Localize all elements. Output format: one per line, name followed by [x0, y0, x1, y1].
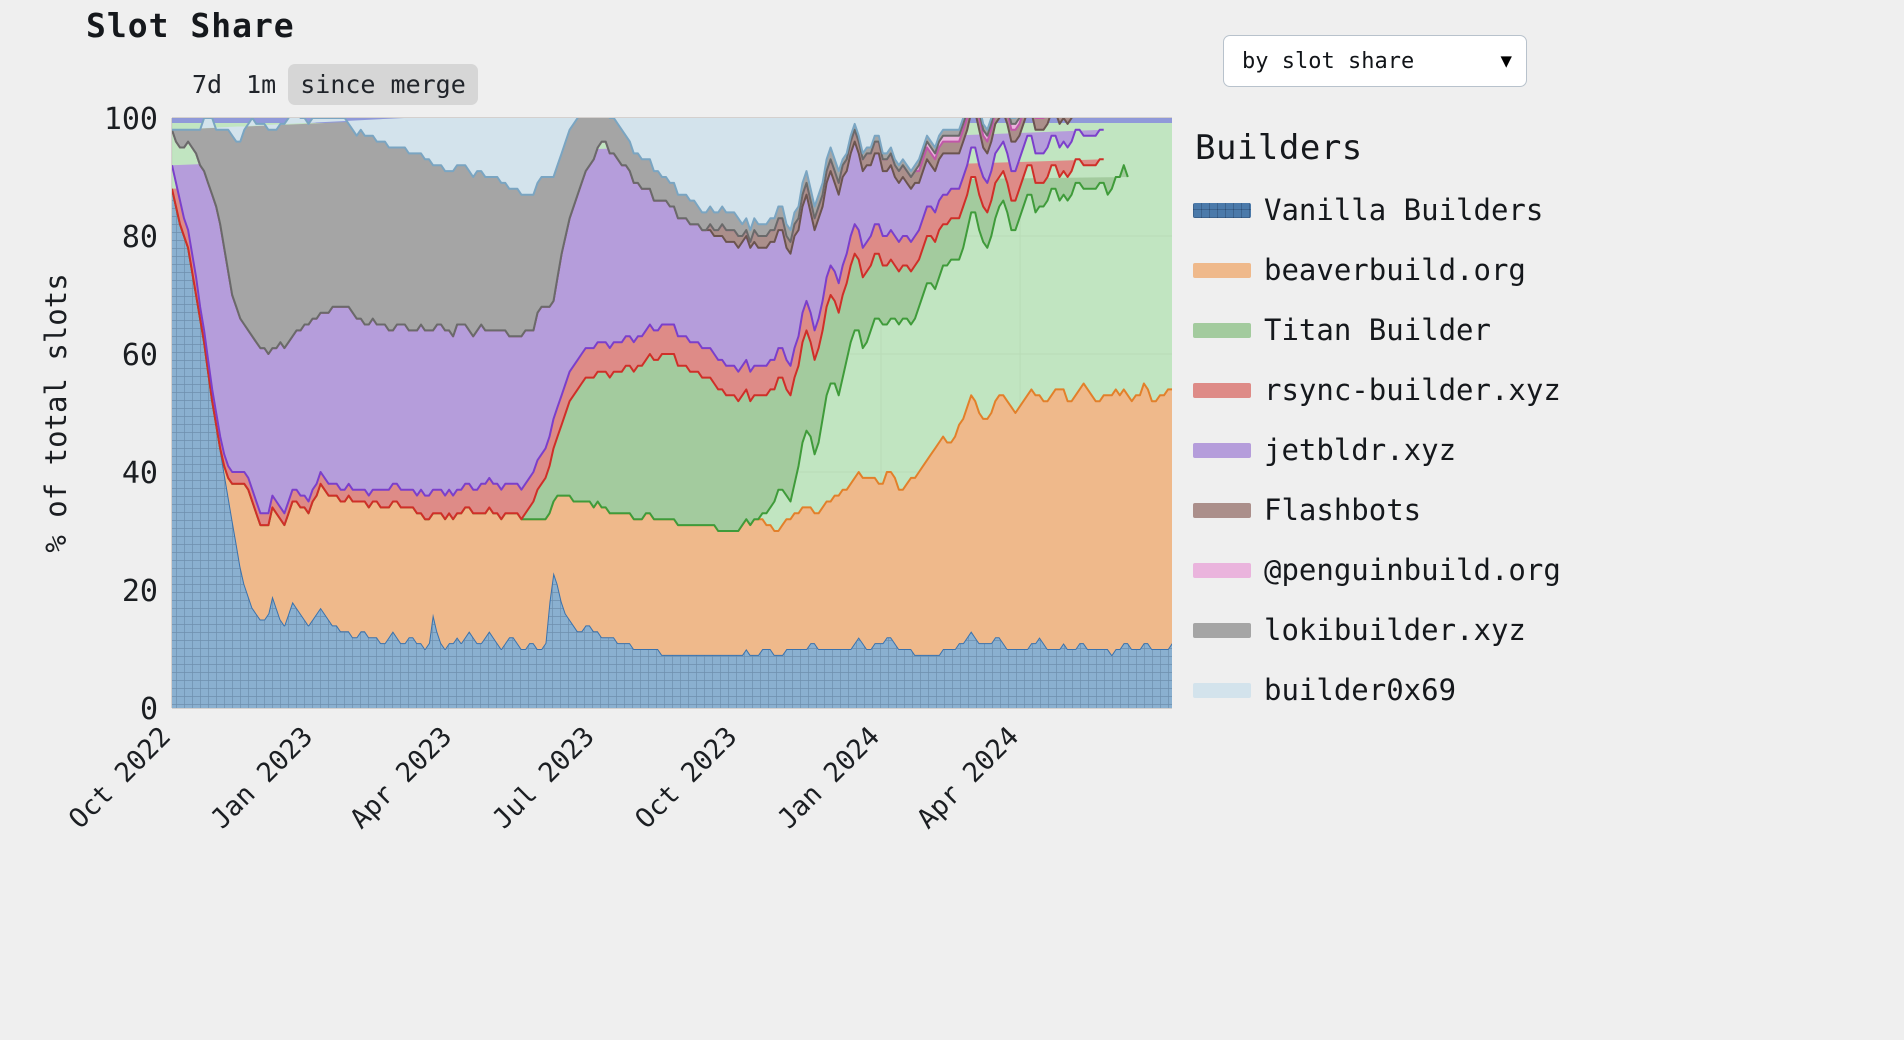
legend-items: Vanilla Builders beaverbuild.org Titan Bui… — [1193, 180, 1893, 720]
y-tick-label: 20 — [122, 574, 158, 609]
legend-swatch — [1193, 562, 1251, 578]
legend-item[interactable]: Titan Builder — [1193, 300, 1893, 360]
legend-item[interactable]: beaverbuild.org — [1193, 240, 1893, 300]
legend-item-label: builder0x69 — [1264, 673, 1457, 707]
legend-swatch — [1193, 202, 1251, 218]
stacked-areas — [172, 118, 1172, 708]
legend-item[interactable]: builder0x69 — [1193, 660, 1893, 720]
legend-item-label: Titan Builder — [1264, 313, 1491, 347]
legend-swatch — [1193, 502, 1251, 518]
legend-item-label: rsync-builder.xyz — [1264, 373, 1561, 407]
y-axis-title: % of total slots — [39, 273, 73, 552]
legend-title: Builders — [1195, 128, 1363, 168]
legend-item-label: Vanilla Builders — [1264, 193, 1544, 227]
x-tick-label: Apr 2023 — [344, 721, 458, 835]
legend-swatch — [1193, 262, 1251, 278]
legend-item[interactable]: Vanilla Builders — [1193, 180, 1893, 240]
legend-item[interactable]: @penguinbuild.org — [1193, 540, 1893, 600]
legend-swatch — [1193, 322, 1251, 338]
legend-item-label: Flashbots — [1264, 493, 1422, 527]
legend-item[interactable]: Flashbots — [1193, 480, 1893, 540]
legend-item-label: lokibuilder.xyz — [1264, 613, 1526, 647]
legend-swatch — [1193, 682, 1251, 698]
legend-swatch — [1193, 622, 1251, 638]
x-axis-ticks: Oct 2022 Jan 2023 Apr 2023 Jul 2023 Oct 2023… — [63, 721, 1025, 835]
legend-swatch — [1193, 382, 1251, 398]
legend-swatch — [1193, 442, 1251, 458]
x-tick-label: Apr 2024 — [911, 721, 1025, 835]
x-tick-label: Oct 2022 — [63, 721, 177, 835]
legend-item-label: beaverbuild.org — [1264, 253, 1526, 287]
x-tick-label: Oct 2023 — [629, 721, 743, 835]
legend-item-label: @penguinbuild.org — [1264, 553, 1561, 587]
y-tick-label: 40 — [122, 456, 158, 491]
legend-item[interactable]: rsync-builder.xyz — [1193, 360, 1893, 420]
legend: Builders Vanilla Builders beaverbuild.org… — [1193, 128, 1893, 720]
y-axis-ticks: 020406080100 — [104, 102, 158, 727]
y-tick-label: 60 — [122, 338, 158, 373]
legend-item-label: jetbldr.xyz — [1264, 433, 1457, 467]
legend-item[interactable]: lokibuilder.xyz — [1193, 600, 1893, 660]
x-tick-label: Jul 2023 — [487, 721, 601, 835]
legend-item[interactable]: jetbldr.xyz — [1193, 420, 1893, 480]
x-tick-label: Jan 2023 — [205, 721, 319, 835]
y-tick-label: 80 — [122, 220, 158, 255]
y-tick-label: 100 — [104, 102, 158, 137]
x-tick-label: Jan 2024 — [772, 721, 886, 835]
